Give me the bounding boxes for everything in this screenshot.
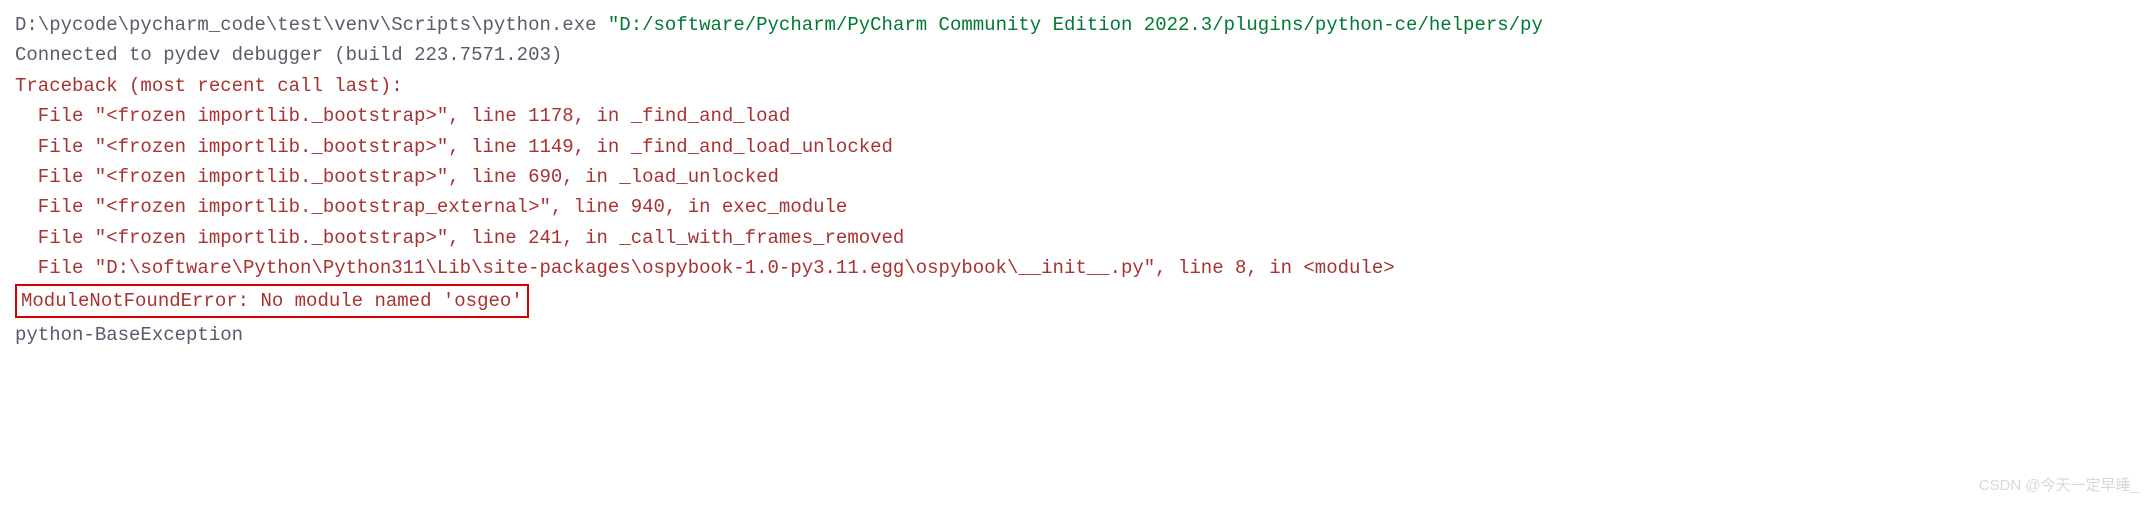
debugger-connected-line: Connected to pydev debugger (build 223.7… xyxy=(15,40,2139,70)
command-line: D:\pycode\pycharm_code\test\venv\Scripts… xyxy=(15,10,2139,40)
traceback-frame: File "<frozen importlib._bootstrap>", li… xyxy=(15,223,2139,253)
traceback-frame: File "<frozen importlib._bootstrap>", li… xyxy=(15,162,2139,192)
module-not-found-error: ModuleNotFoundError: No module named 'os… xyxy=(15,284,529,318)
traceback-frame: File "<frozen importlib._bootstrap>", li… xyxy=(15,132,2139,162)
error-line-wrapper: ModuleNotFoundError: No module named 'os… xyxy=(15,284,2139,318)
base-exception-line: python-BaseException xyxy=(15,320,2139,350)
python-exe-path: D:\pycode\pycharm_code\test\venv\Scripts… xyxy=(15,14,597,36)
script-path-arg: "D:/software/Pycharm/PyCharm Community E… xyxy=(608,14,1543,36)
traceback-header: Traceback (most recent call last): xyxy=(15,71,2139,101)
traceback-frame: File "<frozen importlib._bootstrap_exter… xyxy=(15,192,2139,222)
traceback-frame: File "<frozen importlib._bootstrap>", li… xyxy=(15,101,2139,131)
traceback-frame: File "D:\software\Python\Python311\Lib\s… xyxy=(15,253,2139,283)
csdn-watermark: CSDN @今天一定早睡_ xyxy=(1979,474,2139,498)
